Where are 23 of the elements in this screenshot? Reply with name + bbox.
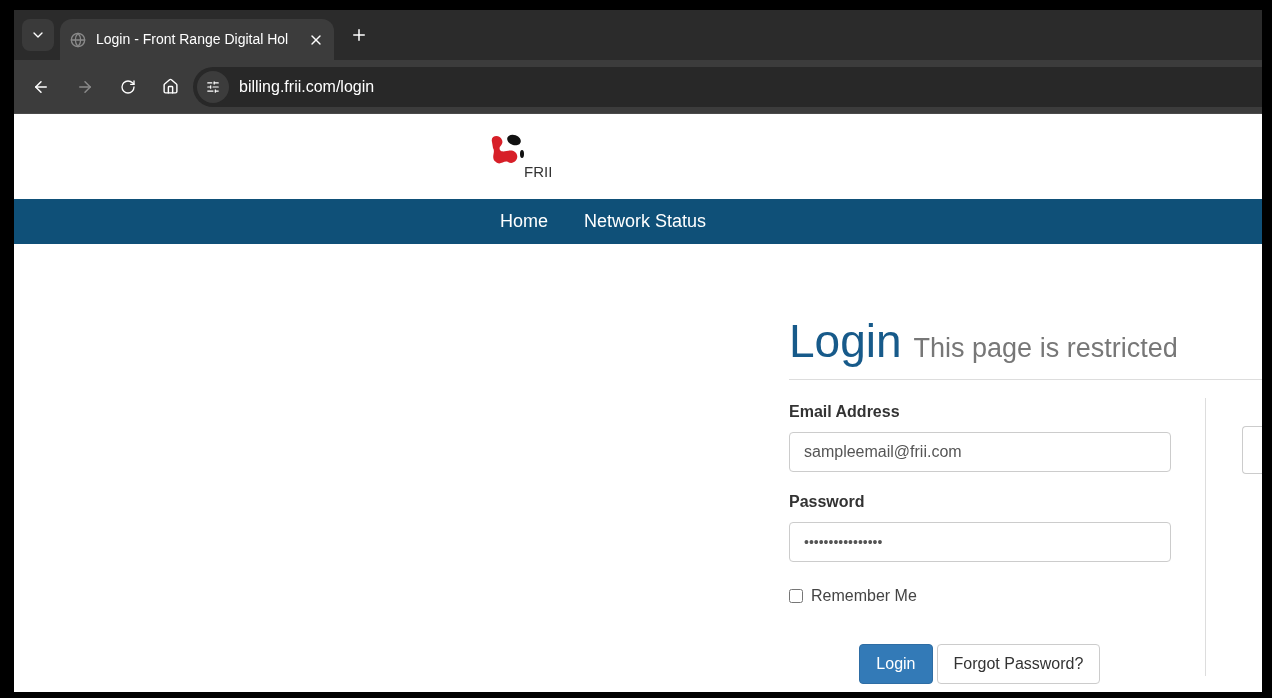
frii-logo: FRII [488, 131, 556, 182]
address-bar[interactable]: billing.frii.com/login [193, 66, 1262, 107]
email-field[interactable]: sampleemail@frii.com [789, 431, 1171, 472]
nav-link[interactable]: Network Status [584, 208, 707, 235]
login-button[interactable]: Login [859, 643, 933, 684]
reload-icon[interactable] [120, 78, 136, 95]
input-field[interactable] [1242, 425, 1262, 474]
home-icon[interactable] [162, 78, 179, 95]
forgot-password-button[interactable]: Forgot Password? [936, 643, 1101, 684]
login-subtitle: This page is restricted [913, 332, 1178, 365]
url-text: billing.frii.com/login [239, 76, 375, 97]
password-field[interactable]: •••••••••••••••• [789, 521, 1171, 562]
tab-list-button[interactable] [22, 19, 54, 51]
new-tab-icon[interactable] [350, 26, 368, 44]
nav-link[interactable]: Home [500, 208, 548, 235]
remember-label: Remember Me [811, 585, 917, 606]
field-label: Email Address [789, 401, 901, 422]
browser-tab[interactable]: Login - Front Range Digital Hol [60, 19, 334, 60]
remember-checkbox[interactable] [789, 588, 803, 603]
field-label: Password [789, 491, 866, 512]
globe-icon [70, 31, 86, 48]
tab-title: Login - Front Range Digital Hol [96, 30, 290, 49]
site-info-icon[interactable] [197, 70, 229, 103]
